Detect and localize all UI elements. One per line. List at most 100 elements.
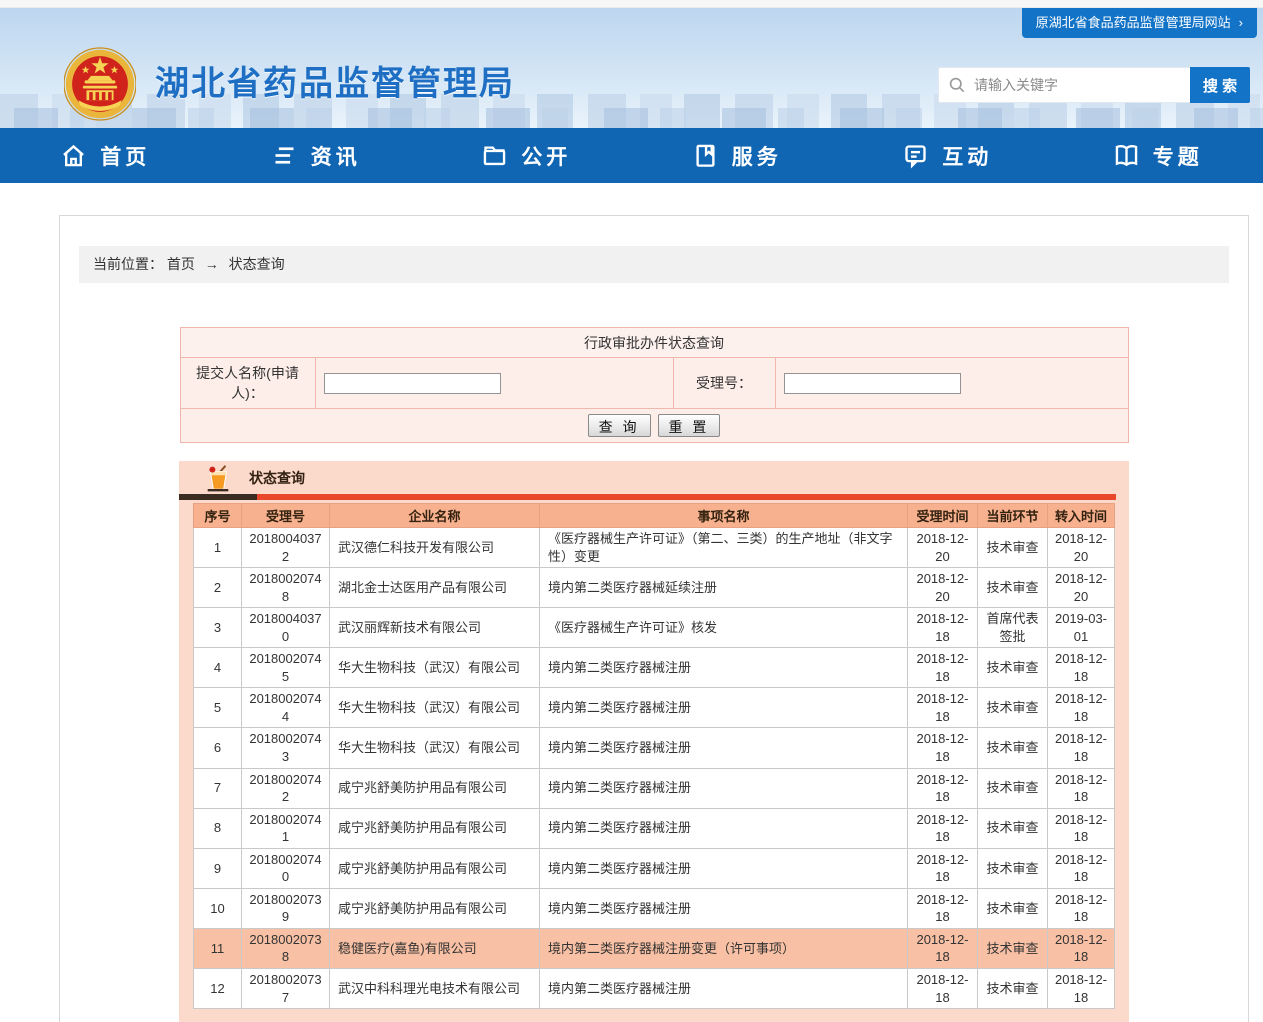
nav-item-news[interactable]: 资讯: [211, 128, 422, 183]
nav-item-label: 服务: [732, 141, 782, 171]
search-box: [938, 67, 1190, 103]
table-cell-stage: 技术审查: [978, 768, 1048, 808]
table-cell-no: 4: [194, 648, 242, 688]
table-row[interactable]: 220180020748湖北金士达医用产品有限公司境内第二类医疗器械延续注册20…: [194, 568, 1115, 608]
table-row[interactable]: 320180040370武汉丽辉新技术有限公司《医疗器械生产许可证》核发2018…: [194, 608, 1115, 648]
nav-item-label: 公开: [521, 141, 571, 171]
reset-button[interactable]: 重 置: [658, 414, 721, 437]
column-header: 受理号: [242, 504, 330, 528]
table-row[interactable]: 1120180020738稳健医疗(嘉鱼)有限公司境内第二类医疗器械注册变更（许…: [194, 928, 1115, 968]
breadcrumb-separator-icon: →: [205, 256, 219, 272]
table-cell-company: 武汉丽辉新技术有限公司: [330, 608, 540, 648]
table-cell-transfer_time: 2018-12-18: [1048, 888, 1115, 928]
table-cell-transfer_time: 2018-12-18: [1048, 648, 1115, 688]
search-input[interactable]: [974, 77, 1182, 93]
nav-item-home[interactable]: 首页: [0, 128, 211, 183]
table-cell-transfer_time: 2018-12-18: [1048, 768, 1115, 808]
table-cell-no: 3: [194, 608, 242, 648]
query-button[interactable]: 查 询: [588, 414, 651, 437]
table-cell-accept_no: 20180020737: [242, 969, 330, 1009]
nav-item-topics[interactable]: 专题: [1053, 128, 1263, 183]
table-cell-item: 境内第二类医疗器械注册变更（许可事项）: [540, 928, 908, 968]
table-row[interactable]: 620180020743华大生物科技（武汉）有限公司境内第二类医疗器械注册201…: [194, 728, 1115, 768]
old-site-link[interactable]: 原湖北省食品药品监督管理局网站›: [1022, 8, 1257, 38]
query-form-title: 行政审批办件状态查询: [181, 328, 1128, 358]
table-cell-item: 境内第二类医疗器械延续注册: [540, 568, 908, 608]
table-cell-no: 5: [194, 688, 242, 728]
nav-item-disclosure[interactable]: 公开: [421, 128, 632, 183]
table-cell-item: 境内第二类医疗器械注册: [540, 728, 908, 768]
table-cell-accept_time: 2018-12-18: [908, 969, 978, 1009]
status-section-titlebar: 状态查询: [179, 461, 1129, 494]
nav-item-label: 互动: [942, 141, 992, 171]
table-cell-accept_no: 20180020742: [242, 768, 330, 808]
table-cell-transfer_time: 2018-12-18: [1048, 728, 1115, 768]
column-header: 受理时间: [908, 504, 978, 528]
top-strip: [0, 0, 1263, 8]
open-book-icon: [1113, 142, 1140, 169]
table-cell-company: 湖北金士达医用产品有限公司: [330, 568, 540, 608]
table-cell-stage: 技术审查: [978, 528, 1048, 568]
nav-item-services[interactable]: 服务: [632, 128, 843, 183]
table-cell-accept_time: 2018-12-18: [908, 648, 978, 688]
status-table-header-row: 序号受理号企业名称事项名称受理时间当前环节转入时间: [194, 504, 1115, 528]
column-header: 序号: [194, 504, 242, 528]
column-header: 当前环节: [978, 504, 1048, 528]
table-cell-accept_time: 2018-12-18: [908, 928, 978, 968]
table-row[interactable]: 820180020741咸宁兆舒美防护用品有限公司境内第二类医疗器械注册2018…: [194, 808, 1115, 848]
table-row[interactable]: 1220180020737武汉中科科理光电技术有限公司境内第二类医疗器械注册20…: [194, 969, 1115, 1009]
acceptance-no-input-cell: [776, 358, 1128, 408]
table-cell-item: 境内第二类医疗器械注册: [540, 768, 908, 808]
table-row[interactable]: 420180020745华大生物科技（武汉）有限公司境内第二类医疗器械注册201…: [194, 648, 1115, 688]
table-cell-company: 咸宁兆舒美防护用品有限公司: [330, 848, 540, 888]
main-nav: 首页 资讯 公开 服务 互动 专题: [0, 128, 1263, 183]
table-cell-company: 华大生物科技（武汉）有限公司: [330, 728, 540, 768]
folder-icon: [481, 142, 508, 169]
table-cell-transfer_time: 2018-12-18: [1048, 688, 1115, 728]
table-cell-accept_time: 2018-12-18: [908, 768, 978, 808]
table-cell-accept_time: 2018-12-18: [908, 848, 978, 888]
site-title[interactable]: 湖北省药品监督管理局: [155, 56, 515, 105]
table-cell-company: 武汉中科科理光电技术有限公司: [330, 969, 540, 1009]
table-cell-no: 12: [194, 969, 242, 1009]
table-row[interactable]: 1020180020739咸宁兆舒美防护用品有限公司境内第二类医疗器械注册201…: [194, 888, 1115, 928]
table-cell-company: 咸宁兆舒美防护用品有限公司: [330, 768, 540, 808]
nav-item-interaction[interactable]: 互动: [842, 128, 1053, 183]
table-cell-stage: 首席代表签批: [978, 608, 1048, 648]
breadcrumb-prefix: 当前位置：: [93, 256, 163, 272]
column-header: 转入时间: [1048, 504, 1115, 528]
table-cell-stage: 技术审查: [978, 568, 1048, 608]
book-bookmark-icon: [692, 142, 719, 169]
breadcrumb-current: 状态查询: [229, 256, 285, 272]
national-emblem-logo: [64, 42, 136, 126]
table-cell-company: 华大生物科技（武汉）有限公司: [330, 648, 540, 688]
acceptance-no-input[interactable]: [784, 373, 961, 394]
table-cell-item: 境内第二类医疗器械注册: [540, 648, 908, 688]
table-cell-stage: 技术审查: [978, 648, 1048, 688]
table-cell-no: 2: [194, 568, 242, 608]
applicant-input[interactable]: [324, 373, 501, 394]
status-table-body: 120180040372武汉德仁科技开发有限公司《医疗器械生产许可证》（第二、三…: [194, 528, 1115, 1009]
table-cell-company: 华大生物科技（武汉）有限公司: [330, 688, 540, 728]
table-row[interactable]: 920180020740咸宁兆舒美防护用品有限公司境内第二类医疗器械注册2018…: [194, 848, 1115, 888]
table-row[interactable]: 120180040372武汉德仁科技开发有限公司《医疗器械生产许可证》（第二、三…: [194, 528, 1115, 568]
table-cell-accept_no: 20180020740: [242, 848, 330, 888]
table-cell-item: 《医疗器械生产许可证》核发: [540, 608, 908, 648]
table-cell-accept_no: 20180020743: [242, 728, 330, 768]
table-cell-accept_no: 20180040370: [242, 608, 330, 648]
search-icon: [947, 75, 967, 95]
table-row[interactable]: 720180020742咸宁兆舒美防护用品有限公司境内第二类医疗器械注册2018…: [194, 768, 1115, 808]
table-cell-no: 11: [194, 928, 242, 968]
table-cell-company: 咸宁兆舒美防护用品有限公司: [330, 888, 540, 928]
breadcrumb-home-link[interactable]: 首页: [167, 256, 195, 272]
table-cell-company: 稳健医疗(嘉鱼)有限公司: [330, 928, 540, 968]
city-skyline-front: [0, 108, 1263, 128]
nav-item-label: 资讯: [311, 141, 361, 171]
search-button[interactable]: 搜 索: [1190, 67, 1250, 103]
chevron-right-icon: ›: [1239, 15, 1243, 30]
table-cell-stage: 技术审查: [978, 688, 1048, 728]
table-cell-accept_no: 20180020741: [242, 808, 330, 848]
table-cell-transfer_time: 2018-12-18: [1048, 808, 1115, 848]
table-cell-accept_time: 2018-12-18: [908, 808, 978, 848]
table-row[interactable]: 520180020744华大生物科技（武汉）有限公司境内第二类医疗器械注册201…: [194, 688, 1115, 728]
